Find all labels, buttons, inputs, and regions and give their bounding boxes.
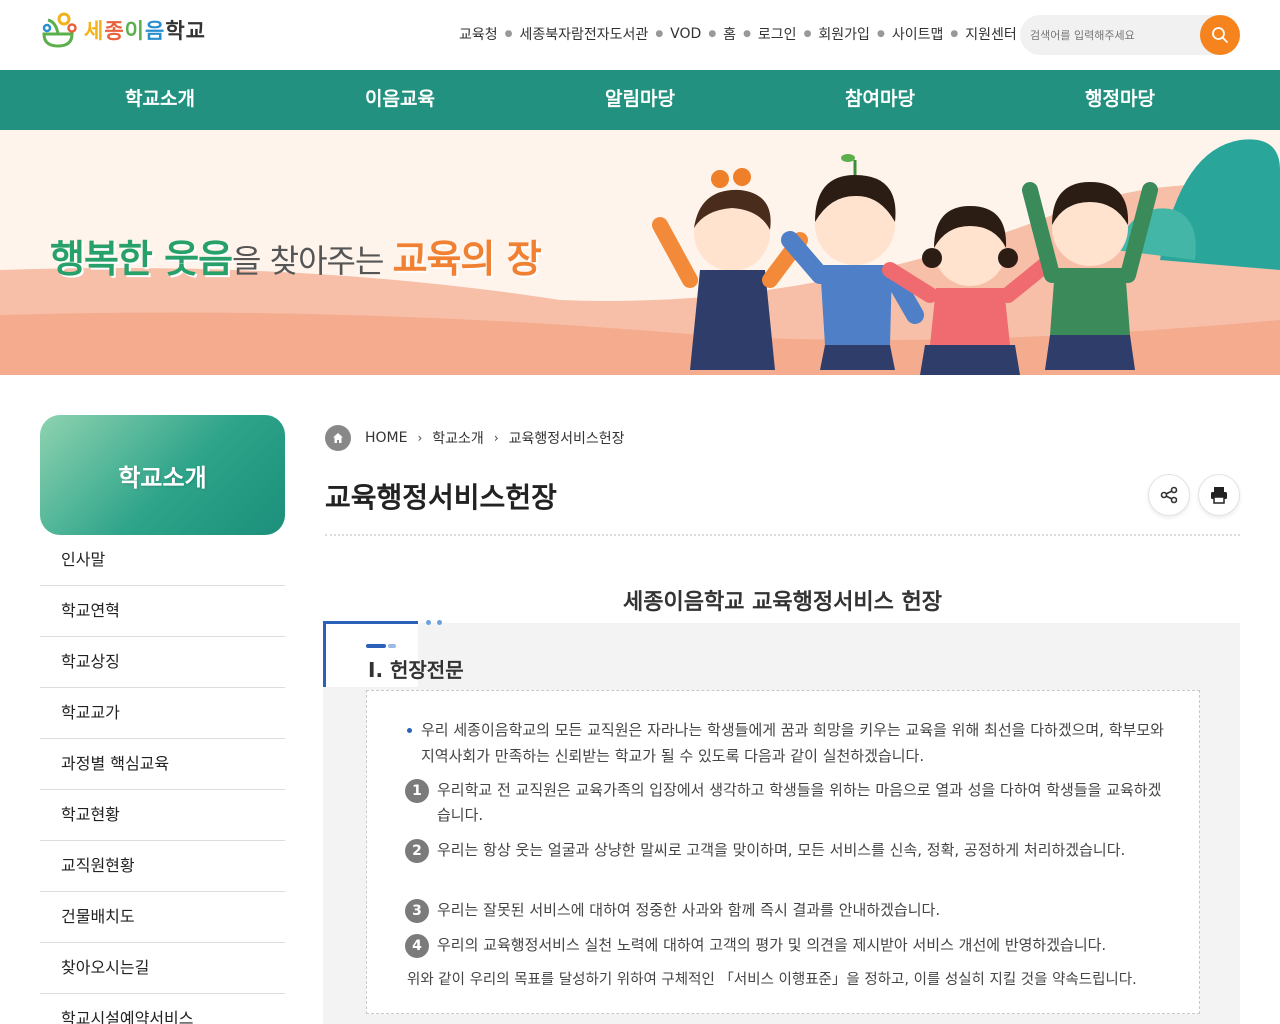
separator-dot: ● xyxy=(708,29,717,39)
sidebar-menu: 인사말 학교연혁 학교상징 학교교가 과정별 핵심교육 학교현황 교직원현황 건… xyxy=(40,535,285,1024)
charter-item: 3 우리는 잘못된 서비스에 대하여 정중한 사과와 함께 즉시 결과를 안내하… xyxy=(405,898,1165,923)
util-link-sitemap[interactable]: 사이트맵 xyxy=(888,24,948,44)
util-link-support[interactable]: 지원센터 xyxy=(961,24,1021,44)
sidebar-item-history[interactable]: 학교연혁 xyxy=(40,586,285,637)
chevron-right-icon: › xyxy=(417,431,423,445)
search-icon xyxy=(1212,27,1228,43)
share-icon xyxy=(1160,486,1178,504)
number-badge: 2 xyxy=(405,839,429,863)
gnb-item-school-intro[interactable]: 학교소개 xyxy=(40,70,280,130)
util-link-home[interactable]: 홈 xyxy=(719,24,740,44)
banner-slogan: 행복한 웃음을 찾아주는 교육의 장 xyxy=(50,237,542,281)
site-logo[interactable]: 세종이음학교 xyxy=(40,10,206,50)
sidebar-item-directions[interactable]: 찾아오시는길 xyxy=(40,943,285,994)
charter-item: 2 우리는 항상 웃는 얼굴과 상냥한 말씨로 고객을 맞이하며, 모든 서비스… xyxy=(405,838,1165,863)
sidebar-item-school-song[interactable]: 학교교가 xyxy=(40,688,285,739)
search-button[interactable] xyxy=(1200,15,1240,55)
charter-item-text: 우리학교 전 교직원은 교육가족의 입장에서 생각하고 학생들을 위하는 마음으… xyxy=(437,781,1162,824)
decorative-dots xyxy=(426,620,442,625)
sidebar-item-facility-reservation[interactable]: 학교시설예약서비스 xyxy=(40,994,285,1024)
breadcrumb-home[interactable]: HOME xyxy=(365,430,407,446)
page-title: 교육행정서비스헌장 xyxy=(325,481,557,514)
sidebar-item-greeting[interactable]: 인사말 xyxy=(40,535,285,586)
separator-dot: ● xyxy=(950,29,959,39)
breadcrumb-current: 교육행정서비스헌장 xyxy=(508,431,625,447)
main-nav: 학교소개 이음교육 알림마당 참여마당 행정마당 xyxy=(0,70,1280,130)
charter-text-box: 우리 세종이음학교의 모든 교직원은 자라나는 학생들에게 꿈과 희망을 키우는… xyxy=(366,690,1200,1014)
sidebar-item-symbol[interactable]: 학교상징 xyxy=(40,637,285,688)
util-link-login[interactable]: 로그인 xyxy=(754,24,801,44)
charter-closing: 위와 같이 우리의 목표를 달성하기 위하여 구체적인 「서비스 이행표준」을 … xyxy=(407,972,1137,988)
sidebar-item-staff-status[interactable]: 교직원현황 xyxy=(40,841,285,892)
charter-intro: 우리 세종이음학교의 모든 교직원은 자라나는 학생들에게 꿈과 희망을 키우는… xyxy=(407,717,1177,769)
search-box xyxy=(1020,15,1240,55)
sidebar-header: 학교소개 xyxy=(40,415,285,535)
logo-sprout-icon xyxy=(42,12,77,48)
title-divider xyxy=(325,534,1240,536)
search-input[interactable] xyxy=(1030,25,1200,45)
util-link-office[interactable]: 교육청 xyxy=(455,24,502,44)
separator-dot: ● xyxy=(876,29,885,39)
util-link-signup[interactable]: 회원가입 xyxy=(814,24,874,44)
sidebar-item-core-education[interactable]: 과정별 핵심교육 xyxy=(40,739,285,790)
print-icon xyxy=(1211,487,1227,504)
separator-dot: ● xyxy=(803,29,812,39)
separator-dot: ● xyxy=(504,29,513,39)
print-button[interactable] xyxy=(1198,474,1240,516)
chevron-right-icon: › xyxy=(493,431,499,445)
number-badge: 3 xyxy=(405,899,429,923)
separator-dot: ● xyxy=(655,29,664,39)
logo-text: 세종이음학교 xyxy=(84,19,206,43)
number-badge: 4 xyxy=(405,934,429,958)
charter-item: 4 우리의 교육행정서비스 실천 노력에 대하여 고객의 평가 및 의견을 제시… xyxy=(405,933,1165,958)
home-icon[interactable] xyxy=(325,425,351,451)
utility-nav: 교육청 ● 세종북자람전자도서관 ● VOD ● 홈 ● 로그인 ● 회원가입 … xyxy=(455,24,1021,44)
sidebar-item-school-status[interactable]: 학교현황 xyxy=(40,790,285,841)
number-badge: 1 xyxy=(405,779,429,803)
gnb-item-eum-education[interactable]: 이음교육 xyxy=(280,70,520,130)
separator-dot: ● xyxy=(743,29,751,39)
charter-item-text: 우리는 잘못된 서비스에 대하여 정중한 사과와 함께 즉시 결과를 안내하겠습… xyxy=(437,901,941,919)
share-button[interactable] xyxy=(1148,474,1190,516)
charter-item-text: 우리의 교육행정서비스 실천 노력에 대하여 고객의 평가 및 의견을 제시받아… xyxy=(437,936,1107,954)
gnb-item-administration[interactable]: 행정마당 xyxy=(1000,70,1240,130)
content-heading: 세종이음학교 교육행정서비스 헌장 xyxy=(623,590,942,615)
gnb-item-notice[interactable]: 알림마당 xyxy=(520,70,760,130)
section-title: Ⅰ. 헌장전문 xyxy=(368,658,464,682)
section-bar-decoration xyxy=(366,644,396,648)
util-link-library[interactable]: 세종북자람전자도서관 xyxy=(516,24,653,44)
sidebar-title: 학교소개 xyxy=(118,463,207,492)
charter-item: 1 우리학교 전 교직원은 교육가족의 입장에서 생각하고 학생들을 위하는 마… xyxy=(405,778,1165,828)
breadcrumb: HOME › 학교소개 › 교육행정서비스헌장 xyxy=(325,425,625,451)
breadcrumb-level1[interactable]: 학교소개 xyxy=(432,428,484,448)
util-link-vod[interactable]: VOD xyxy=(666,26,705,42)
charter-item-text: 우리는 항상 웃는 얼굴과 상냥한 말씨로 고객을 맞이하며, 모든 서비스를 … xyxy=(437,841,1126,859)
hero-banner: 행복한 웃음을 찾아주는 교육의 장 xyxy=(0,130,1280,375)
sidebar-item-building-map[interactable]: 건물배치도 xyxy=(40,892,285,943)
gnb-item-participation[interactable]: 참여마당 xyxy=(760,70,1000,130)
header: 세종이음학교 교육청 ● 세종북자람전자도서관 ● VOD ● 홈 ● 로그인 … xyxy=(0,0,1280,70)
